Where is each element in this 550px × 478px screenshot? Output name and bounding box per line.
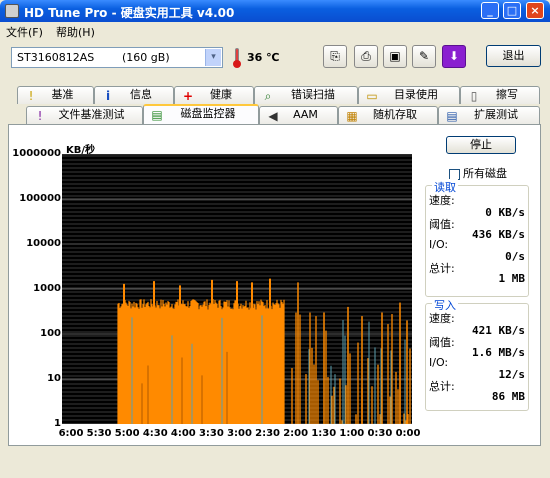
tab-row-bottom: ! 文件基准测试 ▤ 磁盘监控器 ◀ AAM ▦ 随机存取 ▤ 扩展测试 (0, 104, 550, 124)
read-threshold-value: 436 KB/s (472, 228, 525, 241)
read-threshold-label: 阈值: (429, 218, 455, 231)
y-tick-label: 10 (47, 373, 61, 384)
read-io-value: 0/s (505, 250, 525, 263)
tab-random-access[interactable]: ▦ 随机存取 (338, 106, 438, 124)
save-button[interactable]: ▣ (383, 45, 407, 68)
exit-button[interactable]: 退出 (486, 45, 541, 67)
chevron-down-icon[interactable]: ▾ (205, 49, 221, 66)
read-group: 读取 速度: 0 KB/s 阈值: 436 KB/s I/O: 0/s 总计: … (425, 179, 529, 297)
copy-screenshot-button[interactable]: ⎙ (354, 45, 378, 68)
tools-icon: ✎ (418, 49, 430, 63)
floppy-icon: ▣ (389, 49, 401, 63)
device-select[interactable]: ST3160812AS (160 gB) ▾ (11, 47, 223, 68)
tab-aam[interactable]: ◀ AAM (259, 106, 338, 124)
write-speed-label: 速度: (429, 312, 455, 325)
tab-erase[interactable]: ▯ 擦写 (460, 86, 540, 104)
tab-health[interactable]: + 健康 (174, 86, 254, 104)
tab-benchmark[interactable]: ! 基准 (17, 86, 94, 104)
stop-button[interactable]: 停止 (446, 136, 516, 154)
menu-help[interactable]: 帮助(H) (56, 24, 95, 40)
read-io-label: I/O: (429, 238, 449, 251)
y-tick-label: 100000 (19, 193, 61, 204)
activity-graph-svg (62, 154, 412, 424)
copy-image-icon: ⎙ (361, 49, 371, 63)
write-io-label: I/O: (429, 356, 449, 369)
y-tick-label: 10000 (26, 238, 61, 249)
minimize-button[interactable]: _ (481, 2, 499, 19)
write-group: 写入 速度: 421 KB/s 阈值: 1.6 MB/s I/O: 12/s 总… (425, 297, 529, 411)
write-speed-value: 421 KB/s (472, 324, 525, 337)
read-speed-label: 速度: (429, 194, 455, 207)
x-tick-label: 0:00 (395, 428, 421, 439)
checkbox-box[interactable] (449, 168, 460, 180)
title-bar: HD Tune Pro - 硬盘实用工具 v4.00 _ □ × (0, 0, 550, 22)
read-total-label: 总计: (429, 262, 455, 275)
read-speed-value: 0 KB/s (485, 206, 525, 219)
activity-graph (62, 154, 412, 424)
menu-file[interactable]: 文件(F) (6, 24, 43, 40)
options-button[interactable]: ✎ (412, 45, 436, 68)
thermometer-icon (232, 47, 242, 69)
menu-bar: 文件(F) 帮助(H) (0, 22, 550, 39)
write-threshold-label: 阈值: (429, 336, 455, 349)
tab-row-top: ! 基准 i 信息 + 健康 ⌕ 错误扫描 ▭ 目录使用 ▯ 擦写 (0, 86, 550, 104)
copy-icon: ⎘ (330, 49, 340, 63)
tab-error-scan[interactable]: ⌕ 错误扫描 (254, 86, 358, 104)
maximize-button[interactable]: □ (503, 2, 521, 19)
tab-disk-monitor[interactable]: ▤ 磁盘监控器 (143, 104, 259, 124)
close-button[interactable]: × (526, 2, 544, 19)
tab-extra-tests[interactable]: ▤ 扩展测试 (438, 106, 540, 124)
app-icon (5, 4, 19, 18)
y-tick-label: 1000 (33, 283, 61, 294)
y-tick-label: 100 (40, 328, 61, 339)
write-threshold-value: 1.6 MB/s (472, 346, 525, 359)
write-total-label: 总计: (429, 380, 455, 393)
all-disks-label: 所有磁盘 (463, 167, 507, 180)
copy-text-button[interactable]: ⎘ (323, 45, 347, 68)
tab-info[interactable]: i 信息 (94, 86, 174, 104)
device-size: (160 gB) (122, 51, 170, 64)
temperature-readout: 36 ℃ (247, 51, 280, 64)
download-button[interactable]: ⬇ (442, 45, 466, 68)
read-total-value: 1 MB (498, 272, 526, 285)
window-title: HD Tune Pro - 硬盘实用工具 v4.00 (24, 6, 235, 20)
tab-file-benchmark[interactable]: ! 文件基准测试 (26, 106, 143, 124)
arrow-down-icon: ⬇ (448, 49, 460, 63)
write-total-value: 86 MB (491, 390, 525, 403)
write-io-value: 12/s (498, 368, 526, 381)
y-tick-label: 1000000 (12, 148, 61, 159)
tab-folder-usage[interactable]: ▭ 目录使用 (358, 86, 460, 104)
device-name: ST3160812AS (17, 51, 95, 64)
